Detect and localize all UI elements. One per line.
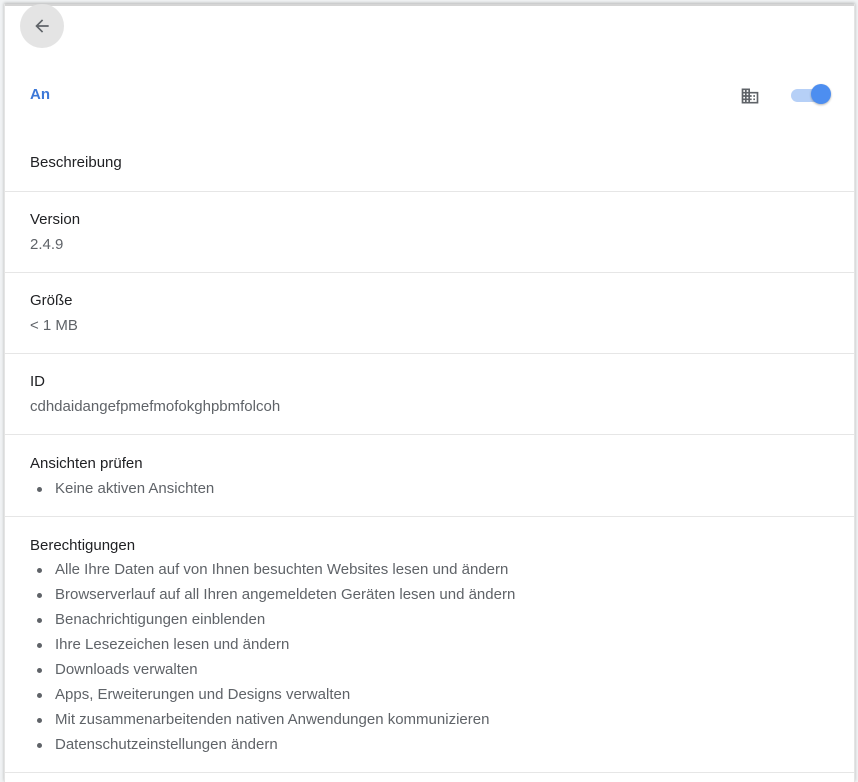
inspect-views-section: Ansichten prüfen Keine aktiven Ansichten [5, 435, 854, 517]
list-item[interactable]: Keine aktiven Ansichten [30, 476, 214, 501]
id-value: cdhdaidangefpmefmofokghpbmfolcoh [30, 398, 281, 415]
permissions-label: Berechtigungen [30, 537, 136, 554]
enable-toggle[interactable] [791, 84, 831, 104]
size-value: < 1 MB [30, 317, 78, 334]
version-value: 2.4.9 [30, 236, 64, 253]
list-item: Datenschutzeinstellungen ändern [30, 732, 515, 757]
list-item: Alle Ihre Daten auf von Ihnen besuchten … [30, 557, 515, 582]
inspect-views-label: Ansichten prüfen [30, 455, 143, 472]
enabled-status-label: An [30, 86, 50, 103]
arrow-left-icon [35, 19, 49, 33]
id-label: ID [30, 373, 45, 390]
list-item: Ihre Lesezeichen lesen und ändern [30, 632, 515, 657]
description-section: Beschreibung [5, 132, 854, 192]
version-label: Version [30, 211, 81, 228]
list-item: Downloads verwalten [30, 657, 515, 682]
inspect-views-list: Keine aktiven Ansichten [30, 476, 214, 501]
extension-details-card: An Beschreibung Version 2.4.9 Größe < 1 … [4, 4, 855, 782]
id-section: ID cdhdaidangefpmefmofokghpbmfolcoh [5, 354, 854, 435]
enable-row: An [5, 74, 854, 116]
back-button[interactable] [20, 4, 64, 48]
list-item: Apps, Erweiterungen und Designs verwalte… [30, 682, 515, 707]
size-section: Größe < 1 MB [5, 273, 854, 354]
permissions-section: Berechtigungen Alle Ihre Daten auf von I… [5, 517, 854, 773]
list-item: Benachrichtigungen einblenden [30, 607, 515, 632]
toggle-knob [811, 84, 831, 104]
version-section: Version 2.4.9 [5, 192, 854, 273]
list-item: Browserverlauf auf all Ihren angemeldete… [30, 582, 515, 607]
top-divider [5, 4, 854, 6]
list-item: Mit zusammenarbeitenden nativen Anwendun… [30, 707, 515, 732]
domain-icon[interactable] [739, 86, 761, 106]
size-label: Größe [30, 292, 73, 309]
permissions-list: Alle Ihre Daten auf von Ihnen besuchten … [30, 557, 515, 757]
description-label: Beschreibung [30, 154, 122, 171]
